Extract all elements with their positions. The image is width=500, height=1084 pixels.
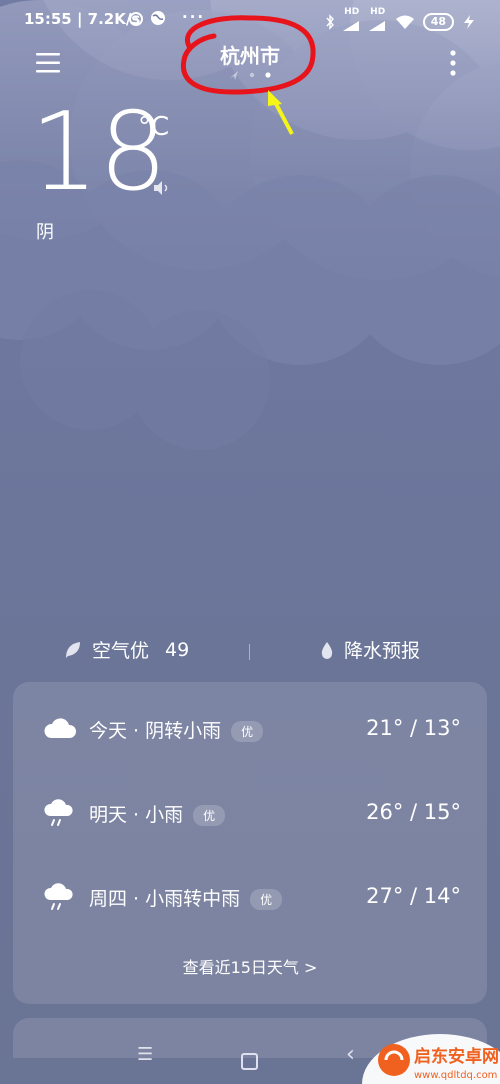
info-row: 空气优 49 降水预报 [0, 636, 500, 666]
signal-sim1-icon: HD [342, 7, 361, 35]
temperature-unit: °C [138, 112, 170, 142]
city-name[interactable]: 杭州市 [180, 40, 320, 69]
air-quality-label: 空气优 [92, 640, 150, 662]
page-dot-active [265, 72, 271, 78]
wifi-icon [395, 15, 414, 29]
light-rain-icon [44, 883, 73, 910]
status-overflow-dots: ··· [182, 8, 206, 26]
forecast-temp-range: 27° / 14° [366, 884, 461, 908]
air-quality-value: 49 [165, 638, 190, 661]
more-options-icon[interactable] [440, 46, 466, 80]
home-button[interactable] [241, 1053, 258, 1070]
forecast-day-label: 明天 · 小雨 [89, 804, 184, 826]
globe-icon [151, 11, 165, 25]
raindrop-icon [321, 641, 333, 659]
location-arrow-icon [230, 71, 238, 80]
precipitation-forecast-button[interactable]: 降水预报 [320, 636, 420, 663]
precipitation-label: 降水预报 [344, 640, 421, 662]
aqi-badge: 优 [193, 805, 226, 826]
site-watermark-logo: 启东安卓网 www.qdltdq.com [362, 1034, 500, 1084]
air-quality-button[interactable]: 空气优 49 [64, 636, 189, 663]
status-time-speed: 15:55 | 7.2K/s [24, 10, 141, 28]
forecast-row-thursday[interactable]: 周四 · 小雨转中雨优 27° / 14° [13, 872, 487, 922]
divider [249, 644, 250, 660]
forecast-temp-range: 26° / 15° [366, 800, 461, 824]
hd-label: HD [344, 7, 360, 17]
bluetooth-icon [326, 13, 334, 30]
light-rain-icon [44, 799, 73, 826]
charging-icon [464, 14, 474, 29]
speaker-icon[interactable] [152, 180, 172, 196]
forecast-temp-range: 21° / 13° [366, 716, 461, 740]
aqi-badge: 优 [250, 889, 283, 910]
page-dot [249, 72, 255, 78]
leaf-icon [66, 641, 80, 658]
hd-label: HD [370, 7, 386, 17]
forecast-card[interactable]: 今天 · 阴转小雨优 21° / 13° 明天 · 小雨优 26° / 15° … [13, 682, 487, 1004]
menu-icon[interactable] [34, 50, 62, 76]
cloud-icon [44, 718, 77, 738]
watermark-text: 启东安卓网 [414, 1046, 499, 1067]
recent-apps-button[interactable]: ☰ [137, 1044, 153, 1065]
page-indicator[interactable] [226, 68, 276, 82]
forecast-day-label: 周四 · 小雨转中雨 [89, 888, 241, 910]
current-condition: 阴 [36, 222, 54, 243]
aqi-badge: 优 [231, 721, 264, 742]
watermark-url: www.qdltdq.com [414, 1070, 497, 1081]
back-button[interactable]: ‹ [346, 1042, 355, 1067]
forecast-row-today[interactable]: 今天 · 阴转小雨优 21° / 13° [13, 704, 487, 754]
view-15-day-forecast-link[interactable]: 查看近15日天气 > [13, 954, 487, 978]
status-right-group: HD HD 48 [325, 8, 476, 35]
signal-sim2-icon: HD [368, 7, 387, 35]
forecast-day-label: 今天 · 阴转小雨 [89, 720, 222, 742]
status-bar: 15:55 | 7.2K/s ··· HD HD 48 [0, 0, 500, 40]
battery-indicator: 48 [422, 12, 454, 31]
forecast-row-tomorrow[interactable]: 明天 · 小雨优 26° / 15° [13, 788, 487, 838]
alarm-icon [129, 12, 143, 26]
